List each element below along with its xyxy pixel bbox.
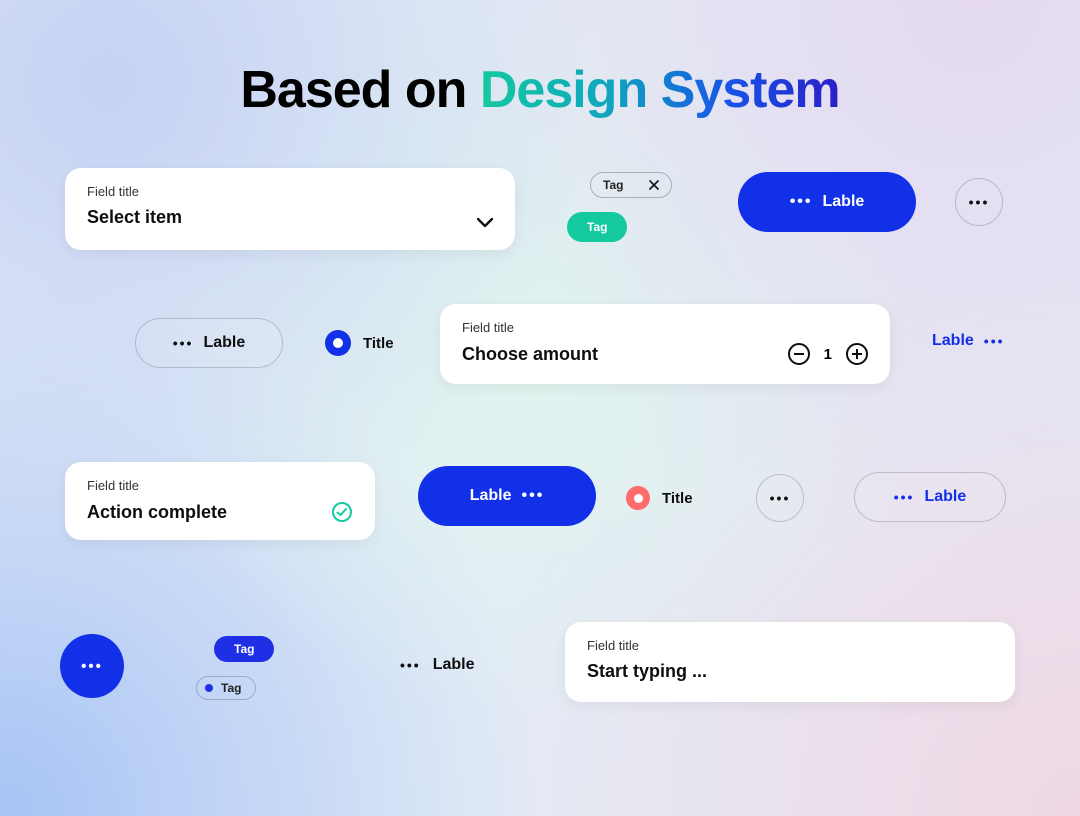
close-icon[interactable] (649, 180, 659, 190)
icon-button-more[interactable]: ••• (955, 178, 1003, 226)
amount-field-value: Choose amount (462, 344, 598, 365)
more-icon: ••• (969, 194, 990, 210)
quantity-value: 1 (824, 346, 832, 363)
select-field-value: Select item (87, 207, 493, 228)
icon-button-more[interactable]: ••• (756, 474, 804, 522)
field-title-label: Field title (587, 638, 993, 653)
tag-label: Tag (587, 220, 607, 234)
tag-outline-dismissible[interactable]: Tag (590, 172, 672, 198)
more-icon: ••• (521, 487, 544, 505)
button-label: Lable (433, 656, 475, 674)
secondary-button-outline[interactable]: ••• Lable (135, 318, 283, 368)
tag-dot-outline[interactable]: Tag (196, 676, 256, 700)
heading-plain: Based on (240, 61, 480, 119)
plus-button[interactable] (846, 343, 868, 365)
button-label: Lable (823, 193, 865, 211)
status-field-value: Action complete (87, 502, 227, 523)
field-title-label: Field title (462, 320, 868, 335)
more-icon: ••• (984, 333, 1005, 349)
tag-label: Tag (221, 681, 241, 695)
field-title-label: Field title (87, 478, 353, 493)
select-field-card[interactable]: Field title Select item (65, 168, 515, 250)
button-label: Lable (470, 487, 512, 505)
more-icon: ••• (894, 489, 915, 505)
heading-highlight: Design System (480, 61, 840, 119)
link-button[interactable]: Lable ••• (932, 332, 1005, 350)
tag-label: Tag (603, 178, 623, 192)
button-label: Lable (932, 332, 974, 350)
radio-selected-icon (626, 486, 650, 510)
button-label: Lable (203, 334, 245, 352)
radio-selected-icon (325, 330, 351, 356)
more-icon: ••• (400, 657, 421, 673)
chevron-down-icon[interactable] (477, 218, 493, 228)
tag-label: Tag (234, 642, 254, 656)
more-icon: ••• (81, 658, 103, 675)
primary-button[interactable]: ••• Lable (738, 172, 916, 232)
more-icon: ••• (770, 490, 791, 506)
page-heading: Based on Design System (0, 60, 1080, 120)
radio-option-blue[interactable]: Title (325, 330, 394, 356)
field-title-label: Field title (87, 184, 493, 199)
minus-button[interactable] (788, 343, 810, 365)
more-icon: ••• (173, 335, 194, 351)
primary-button-trailing[interactable]: Lable ••• (418, 466, 596, 526)
amount-field-card: Field title Choose amount 1 (440, 304, 890, 384)
text-button[interactable]: ••• Lable (400, 656, 475, 674)
more-icon: ••• (790, 193, 813, 211)
radio-option-coral[interactable]: Title (626, 486, 693, 510)
dot-icon (205, 684, 213, 692)
text-input-card[interactable]: Field title Start typing ... (565, 622, 1015, 702)
button-label: Lable (924, 488, 966, 506)
status-field-card: Field title Action complete (65, 462, 375, 540)
fab-button[interactable]: ••• (60, 634, 124, 698)
quantity-stepper: 1 (788, 343, 868, 365)
radio-label: Title (662, 490, 693, 507)
tag-blue[interactable]: Tag (214, 636, 274, 662)
checkmark-circle-icon (331, 501, 353, 523)
secondary-button-blue-text[interactable]: ••• Lable (854, 472, 1006, 522)
text-input-placeholder: Start typing ... (587, 661, 993, 682)
radio-label: Title (363, 335, 394, 352)
tag-teal[interactable]: Tag (567, 212, 627, 242)
